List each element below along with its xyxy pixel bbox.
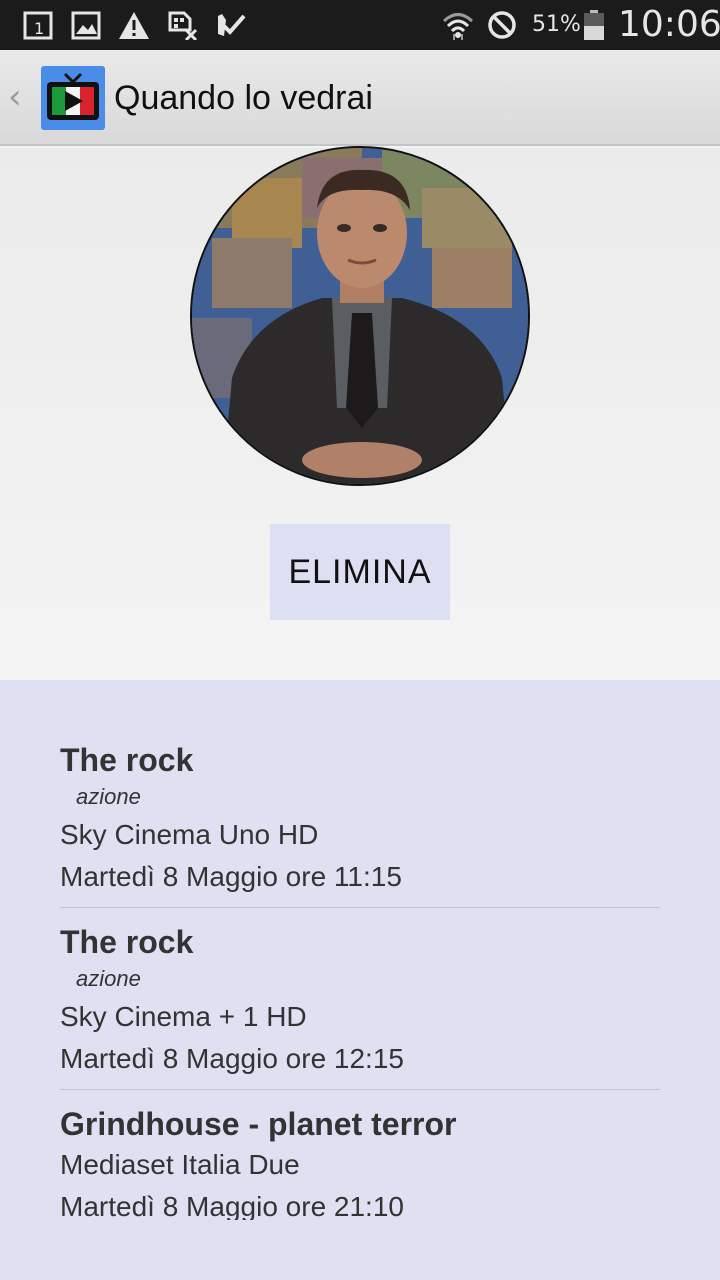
profile-header: ELIMINA bbox=[0, 146, 720, 680]
movie-datetime: Martedì 8 Maggio ore 21:10 bbox=[60, 1191, 404, 1220]
calendar-icon: 1 bbox=[23, 11, 53, 40]
list-item[interactable]: The rock azione Sky Cinema + 1 HD Marted… bbox=[60, 908, 660, 1090]
movie-channel: Sky Cinema + 1 HD bbox=[60, 1001, 307, 1032]
movie-channel: Mediaset Italia Due bbox=[60, 1149, 300, 1180]
warning-icon bbox=[119, 12, 149, 39]
battery-percent: 51% bbox=[532, 12, 581, 37]
movie-genre: azione bbox=[76, 966, 141, 991]
movie-datetime: Martedì 8 Maggio ore 12:15 bbox=[60, 1043, 404, 1074]
sim-blocked-icon bbox=[168, 11, 198, 40]
chevron-left-icon[interactable]: ‹ bbox=[8, 79, 28, 115]
svg-text:1: 1 bbox=[34, 19, 44, 38]
listings-list[interactable]: The rock azione Sky Cinema Uno HD Marted… bbox=[60, 740, 660, 1220]
movie-genre: azione bbox=[76, 784, 141, 809]
actor-avatar-image bbox=[192, 148, 528, 484]
gallery-icon bbox=[71, 11, 101, 40]
battery-icon bbox=[584, 10, 604, 40]
movie-title: Grindhouse - planet terror bbox=[60, 1106, 457, 1142]
clock: 10:06 bbox=[618, 4, 720, 45]
movie-datetime: Martedì 8 Maggio ore 11:15 bbox=[60, 861, 402, 892]
status-bar: 1 51% 10:06 bbox=[0, 0, 720, 50]
blocked-icon bbox=[488, 11, 516, 39]
list-item[interactable]: The rock azione Sky Cinema Uno HD Marted… bbox=[60, 740, 660, 908]
listings-panel: The rock azione Sky Cinema Uno HD Marted… bbox=[0, 680, 720, 1280]
task-done-icon bbox=[218, 14, 246, 36]
movie-channel: Sky Cinema Uno HD bbox=[60, 819, 319, 850]
movie-title: The rock bbox=[60, 924, 194, 960]
list-item[interactable]: Grindhouse - planet terror Mediaset Ital… bbox=[60, 1090, 660, 1220]
avatar bbox=[190, 146, 530, 486]
delete-button[interactable]: ELIMINA bbox=[270, 524, 450, 620]
tv-italy-icon[interactable] bbox=[41, 66, 105, 130]
page-title: Quando lo vedrai bbox=[114, 79, 373, 117]
movie-title: The rock bbox=[60, 742, 194, 778]
action-bar: ‹ Quando lo vedrai bbox=[0, 50, 720, 146]
wifi-icon bbox=[442, 13, 474, 40]
